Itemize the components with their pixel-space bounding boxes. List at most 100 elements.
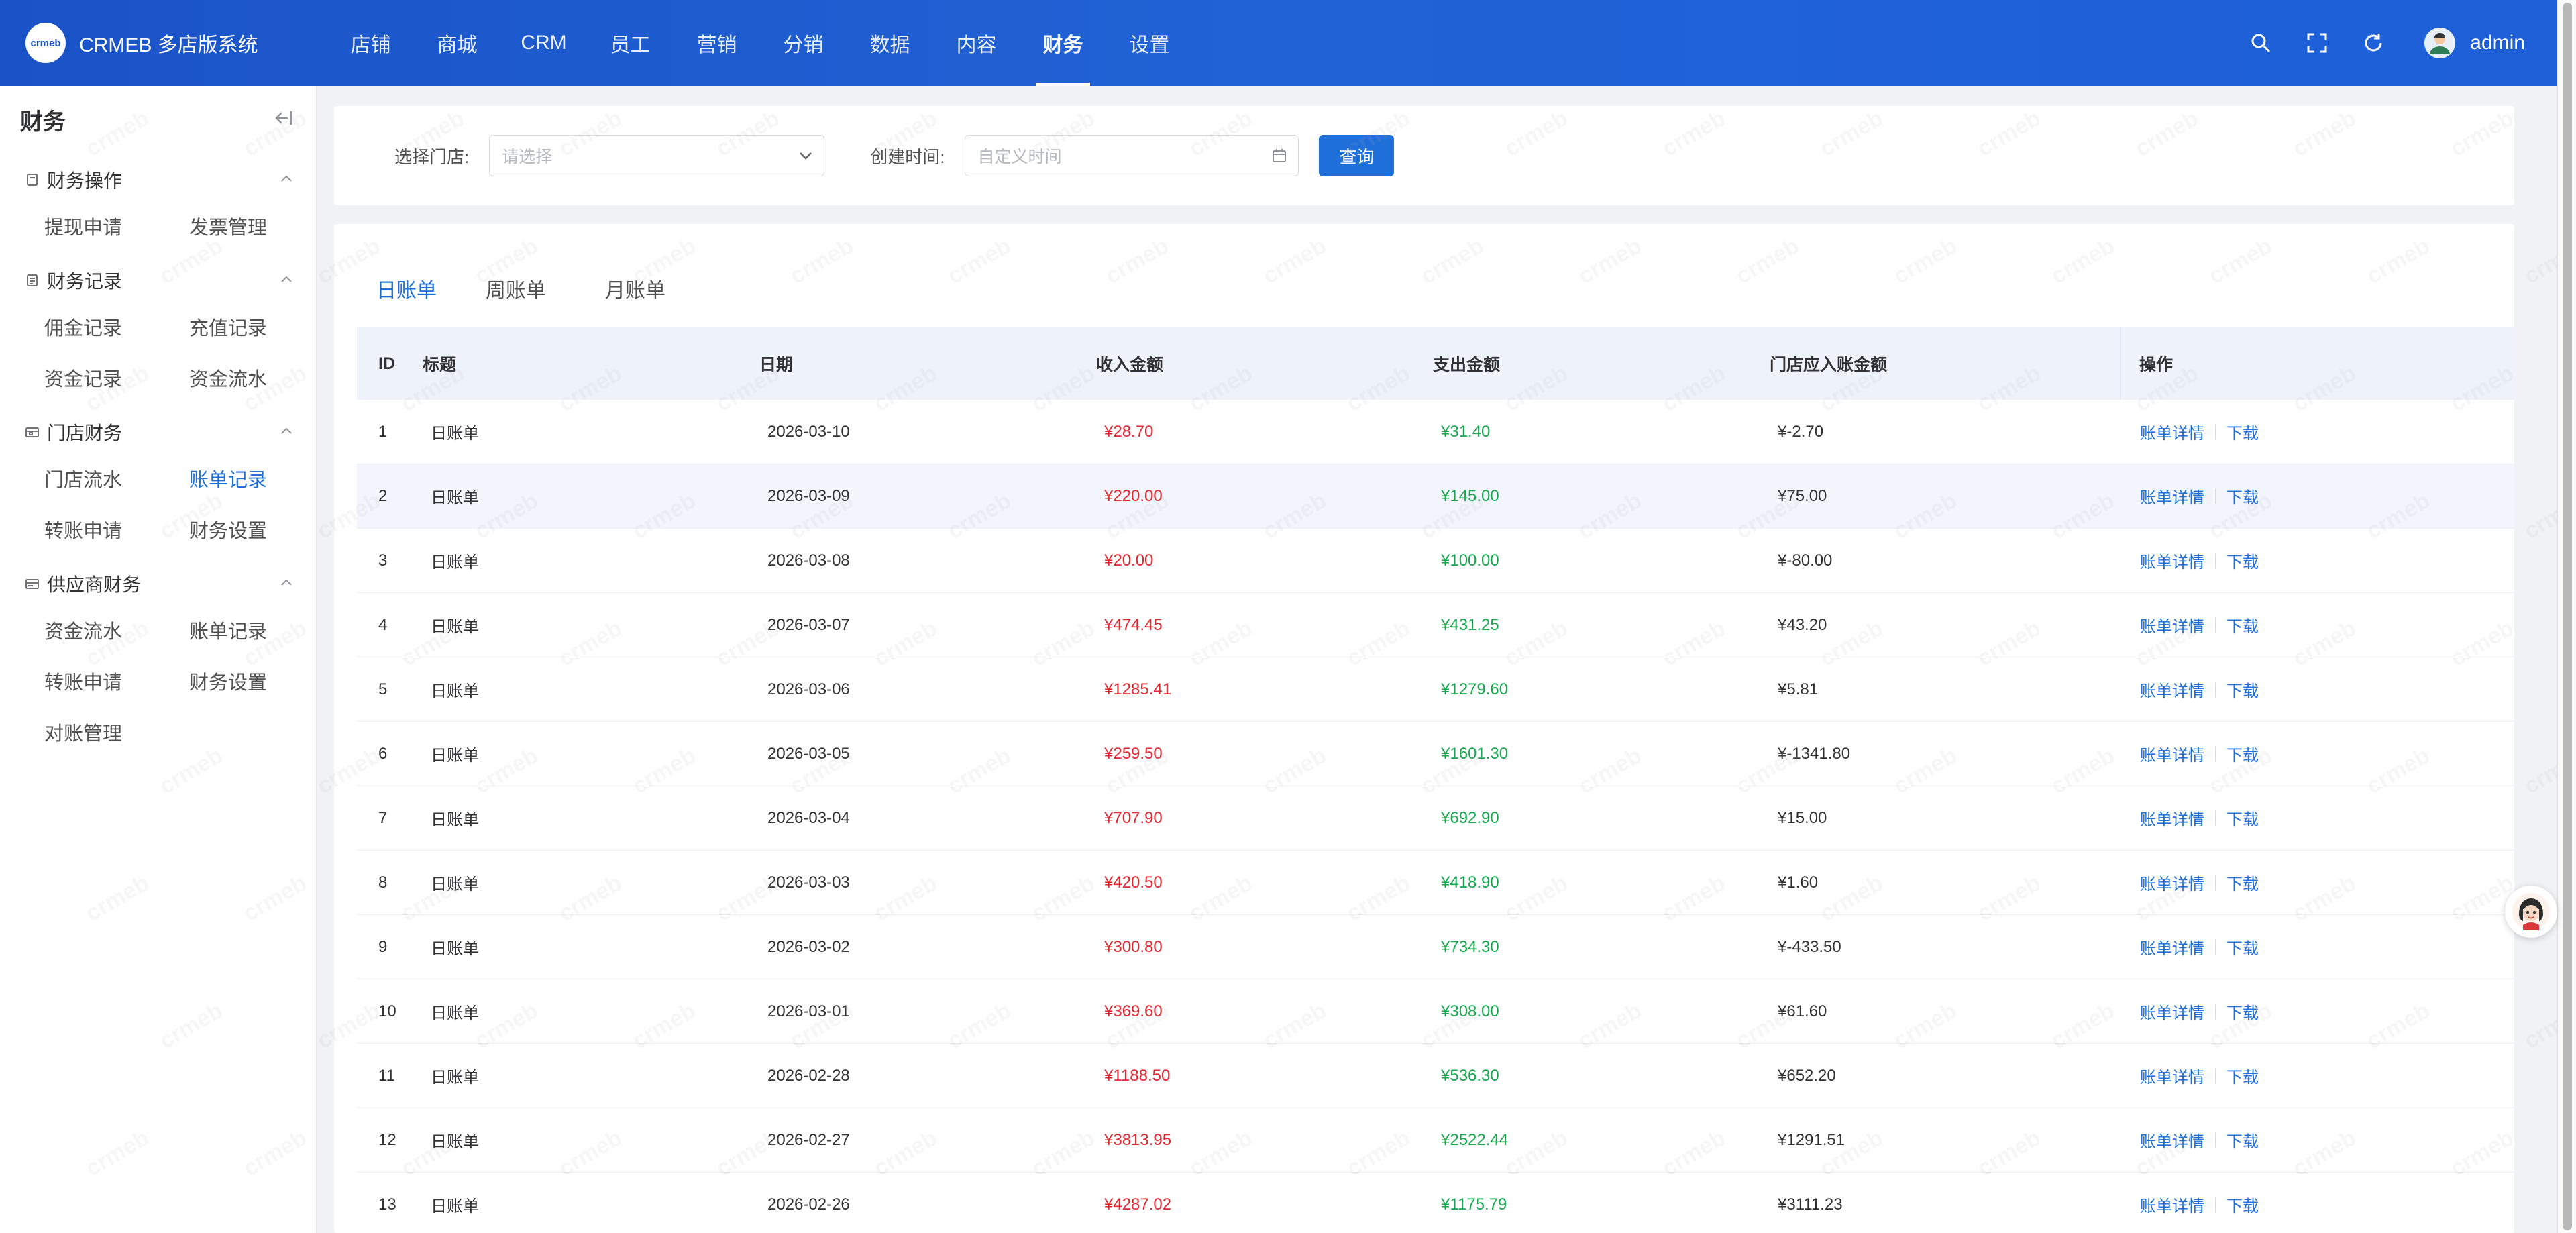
sidebar-header: 财务	[0, 86, 316, 153]
download-link[interactable]: 下载	[2226, 806, 2259, 830]
cell-store-net: ¥-1341.80	[1778, 744, 1851, 763]
download-link[interactable]: 下载	[2226, 1193, 2259, 1216]
table-row: 5 日账单 2026-03-06 ¥1285.41 ¥1279.60 ¥5.81 账单详情下…	[357, 657, 2514, 722]
sidebar-item[interactable]: 资金记录	[44, 354, 189, 405]
nav-item-5[interactable]: 分销	[760, 0, 847, 86]
cell-income: ¥474.45	[1104, 615, 1163, 634]
tab-1[interactable]: 周账单	[456, 248, 576, 329]
sidebar-item[interactable]: 提现申请	[44, 203, 189, 254]
bill-detail-link[interactable]: 账单详情	[2140, 1193, 2204, 1216]
cell-ops: 账单详情 下载	[2120, 1193, 2509, 1216]
download-link[interactable]: 下载	[2226, 742, 2259, 765]
tab-2[interactable]: 月账单	[576, 248, 695, 329]
tab-0[interactable]: 日账单	[357, 248, 456, 330]
download-link[interactable]: 下载	[2226, 484, 2259, 508]
download-link[interactable]: 下载	[2226, 1000, 2259, 1023]
sidebar-item[interactable]: 充值记录	[189, 303, 334, 354]
cell-date: 2026-03-01	[767, 1002, 850, 1020]
sidebar-group-header[interactable]: 供应商财务	[0, 561, 316, 606]
bill-detail-link[interactable]: 账单详情	[2140, 678, 2204, 701]
nav-item-3[interactable]: 员工	[587, 0, 674, 86]
download-link[interactable]: 下载	[2226, 549, 2259, 572]
page-scrollbar[interactable]	[2557, 0, 2576, 1233]
sidebar-group-0: 财务操作 提现申请 发票管理	[0, 157, 316, 254]
bill-detail-link[interactable]: 账单详情	[2140, 1064, 2204, 1087]
nav-item-6[interactable]: 数据	[847, 0, 933, 86]
download-link[interactable]: 下载	[2226, 871, 2259, 894]
sidebar-item[interactable]: 账单记录	[189, 606, 334, 657]
cell-ops: 账单详情 下载	[2120, 1128, 2509, 1152]
filter-card: 选择门店: 请选择 创建时间: 自定义时间 查询	[334, 106, 2514, 205]
download-link[interactable]: 下载	[2226, 613, 2259, 637]
nav-item-1[interactable]: 商城	[414, 0, 500, 86]
search-icon[interactable]	[2233, 23, 2289, 63]
cell-store-net: ¥-80.00	[1778, 551, 1833, 570]
download-link[interactable]: 下载	[2226, 935, 2259, 959]
sidebar-item[interactable]: 对账管理	[44, 708, 189, 759]
cell-date: 2026-03-03	[767, 873, 850, 892]
cell-ops: 账单详情 下载	[2120, 549, 2509, 572]
sidebar-item[interactable]: 账单记录	[189, 455, 334, 506]
bill-detail-link[interactable]: 账单详情	[2140, 1128, 2204, 1152]
sidebar-group-label: 财务记录	[47, 271, 123, 292]
sidebar-item[interactable]: 资金流水	[189, 354, 334, 405]
sidebar-item[interactable]: 转账申请	[44, 506, 189, 557]
op-divider	[2215, 682, 2216, 697]
watermark-text: crmeb	[2520, 488, 2557, 545]
sidebar-item[interactable]: 门店流水	[44, 455, 189, 506]
bill-detail-link[interactable]: 账单详情	[2140, 420, 2204, 443]
bill-detail-link[interactable]: 账单详情	[2140, 871, 2204, 894]
cell-income: ¥4287.02	[1104, 1195, 1172, 1214]
table-row: 11 日账单 2026-02-28 ¥1188.50 ¥536.30 ¥652.20 账单详…	[357, 1044, 2514, 1108]
cell-expense: ¥100.00	[1441, 551, 1499, 570]
nav-item-0[interactable]: 店铺	[327, 0, 414, 86]
app-logo[interactable]: crmeb CRMEB 多店版系统	[25, 23, 307, 63]
bill-detail-link[interactable]: 账单详情	[2140, 935, 2204, 959]
sidebar-group-header[interactable]: 门店财务	[0, 409, 316, 455]
table-row: 8 日账单 2026-03-03 ¥420.50 ¥418.90 ¥1.60 账单详情 下载	[357, 851, 2514, 915]
sidebar-group-header[interactable]: 财务记录	[0, 258, 316, 303]
bill-detail-link[interactable]: 账单详情	[2140, 1000, 2204, 1023]
bill-detail-link[interactable]: 账单详情	[2140, 484, 2204, 508]
nav-item-7[interactable]: 内容	[933, 0, 1020, 86]
download-link[interactable]: 下载	[2226, 1128, 2259, 1152]
scroll-thumb[interactable]	[2563, 3, 2572, 1230]
cell-ops: 账单详情 下载	[2120, 806, 2509, 830]
download-link[interactable]: 下载	[2226, 420, 2259, 443]
nav-item-2[interactable]: CRM	[500, 0, 587, 86]
query-button[interactable]: 查询	[1319, 135, 1395, 176]
download-link[interactable]: 下载	[2226, 1064, 2259, 1087]
nav-item-4[interactable]: 营销	[674, 0, 760, 86]
nav-item-8[interactable]: 财务	[1020, 0, 1106, 86]
table-row: 3 日账单 2026-03-08 ¥20.00 ¥100.00 ¥-80.00 账单详情 下载	[357, 529, 2514, 593]
sidebar-item[interactable]: 财务设置	[189, 506, 334, 557]
sidebar-item[interactable]: 佣金记录	[44, 303, 189, 354]
cell-ops: 账单详情 下载	[2120, 935, 2509, 959]
cell-store-net: ¥-2.70	[1778, 422, 1824, 441]
nav-item-9[interactable]: 设置	[1106, 0, 1193, 86]
customer-service-button[interactable]	[2505, 886, 2557, 938]
sidebar-group-label: 供应商财务	[47, 574, 142, 595]
refresh-icon[interactable]	[2345, 23, 2402, 63]
date-range-input[interactable]: 自定义时间	[965, 135, 1299, 176]
sidebar-item[interactable]: 发票管理	[189, 203, 334, 254]
bill-detail-link[interactable]: 账单详情	[2140, 806, 2204, 830]
fullscreen-icon[interactable]	[2289, 23, 2345, 63]
user-menu[interactable]: admin	[2424, 28, 2525, 58]
logo-mark: crmeb	[25, 23, 66, 63]
collapse-sidebar-icon[interactable]	[273, 109, 293, 130]
bill-detail-link[interactable]: 账单详情	[2140, 613, 2204, 637]
store-select[interactable]: 请选择	[489, 135, 825, 176]
download-link[interactable]: 下载	[2226, 678, 2259, 701]
cell-expense: ¥418.90	[1441, 873, 1499, 892]
cell-title: 日账单	[431, 1004, 479, 1022]
document-icon	[24, 172, 40, 188]
bill-detail-link[interactable]: 账单详情	[2140, 742, 2204, 765]
sidebar-item[interactable]: 资金流水	[44, 606, 189, 657]
chevron-up-icon	[280, 578, 293, 590]
sidebar-item[interactable]: 转账申请	[44, 657, 189, 708]
bill-detail-link[interactable]: 账单详情	[2140, 549, 2204, 572]
sidebar-item[interactable]: 财务设置	[189, 657, 334, 708]
sidebar-group-header[interactable]: 财务操作	[0, 157, 316, 203]
chevron-down-icon	[798, 151, 813, 160]
